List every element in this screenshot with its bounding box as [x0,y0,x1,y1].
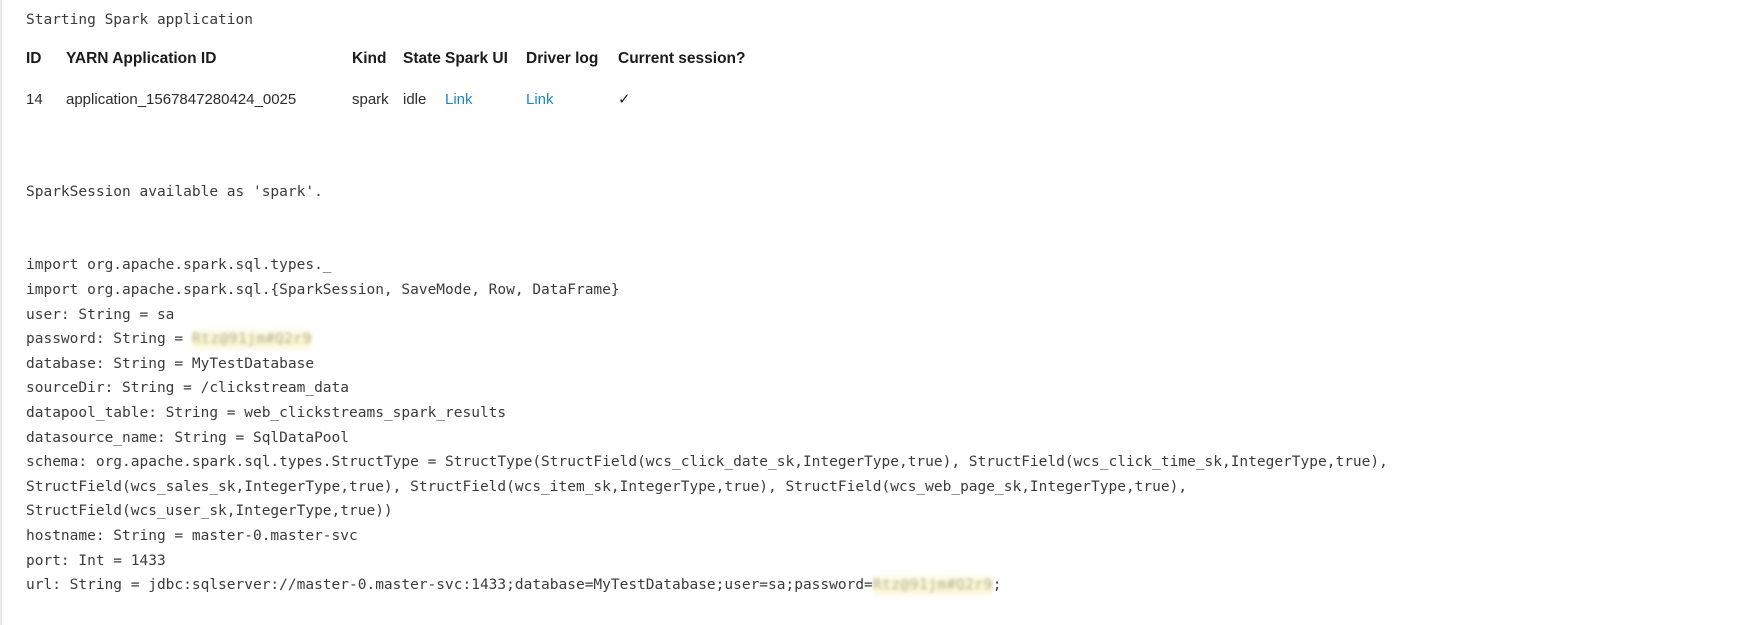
code-output-line: hostname: String = master-0.master-svc [26,524,1388,549]
code-text: StructField(wcs_sales_sk,IntegerType,tru… [26,478,1188,495]
code-output-line: schema: org.apache.spark.sql.types.Struc… [26,450,1388,475]
code-output-line: port: Int = 1433 [26,549,1388,574]
column-header-kind: Kind [352,50,387,67]
cell-yarn-application-id: application_1567847280424_0025 [66,90,297,108]
code-output-line: SparkSession available as 'spark'. [26,180,1388,205]
table-row: 14 application_1567847280424_0025 spark … [26,90,758,109]
code-output-line: database: String = MyTestDatabase [26,352,1388,377]
spark-session-table: ID YARN Application ID Kind State Spark … [26,50,758,108]
column-header-spark-ui: Spark UI [445,50,508,67]
spark-ui-link[interactable]: Link [445,91,473,108]
cell-spark-ui: Link [445,90,526,108]
code-output-line: datasource_name: String = SqlDataPool [26,426,1388,451]
redacted-secret: Rtz@91jm#Q2r9 [872,573,993,598]
column-header-id: ID [26,50,42,67]
cell-state: idle [403,90,427,108]
code-output-line [26,229,1388,254]
column-header-state: State [403,50,441,67]
column-header-yarn-app-id: YARN Application ID [66,50,217,67]
redacted-secret: Rtz@91jm#Q2r9 [191,327,312,352]
column-header-driver-log: Driver log [526,50,599,67]
code-output-line [26,155,1388,180]
code-text: user: String = sa [26,306,175,323]
code-text: datasource_name: String = SqlDataPool [26,429,350,446]
code-output-line: import org.apache.spark.sql.{SparkSessio… [26,278,1388,303]
code-output-block: SparkSession available as 'spark'. import… [26,155,1388,598]
code-output-line [26,204,1388,229]
code-output-line: url: String = jdbc:sqlserver://master-0.… [26,573,1388,598]
cell-driver-log: Link [526,90,618,108]
notebook-cell-output: Starting Spark application ID YARN Appli… [0,0,1741,625]
code-text: url: String = jdbc:sqlserver://master-0.… [26,577,873,594]
code-output-line: password: String = Rtz@91jm#Q2r9 [26,327,1388,352]
spark-status-message: Starting Spark application [26,12,253,28]
code-text: database: String = MyTestDatabase [26,355,315,372]
cell-kind: spark [352,90,389,108]
code-text: SparkSession available as 'spark'. [26,183,323,200]
code-text-suffix: ; [992,577,1002,594]
cell-id: 14 [26,90,43,108]
code-output-line: StructField(wcs_sales_sk,IntegerType,tru… [26,475,1388,500]
table-header-row: ID YARN Application ID Kind State Spark … [26,50,758,90]
cell-current-session: ✓ [618,90,758,108]
code-text: StructField(wcs_user_sk,IntegerType,true… [26,503,393,520]
code-text: schema: org.apache.spark.sql.types.Struc… [26,454,1388,471]
code-output-line: import org.apache.spark.sql.types._ [26,253,1388,278]
code-output-line: StructField(wcs_user_sk,IntegerType,true… [26,499,1388,524]
code-output-line: user: String = sa [26,303,1388,328]
code-output-line: datapool_table: String = web_clickstream… [26,401,1388,426]
code-text: port: Int = 1433 [26,552,166,569]
code-text: import org.apache.spark.sql.types._ [26,257,332,274]
code-output-line: sourceDir: String = /clickstream_data [26,376,1388,401]
checkmark-icon: ✓ [618,91,631,108]
code-text: password: String = [26,331,192,348]
driver-log-link[interactable]: Link [526,91,554,108]
code-text: hostname: String = master-0.master-svc [26,527,358,544]
column-header-current-session: Current session? [618,50,746,67]
code-text: datapool_table: String = web_clickstream… [26,404,507,421]
code-text: sourceDir: String = /clickstream_data [26,380,350,397]
code-text: import org.apache.spark.sql.{SparkSessio… [26,281,620,298]
